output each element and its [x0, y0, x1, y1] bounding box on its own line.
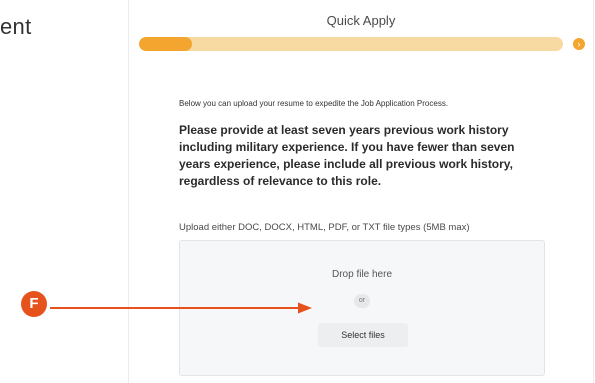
panel-title: Quick Apply	[326, 13, 396, 28]
chevron-right-icon[interactable]: ›	[573, 38, 585, 50]
intro-text: Below you can upload your resume to expe…	[179, 99, 449, 108]
progress-fill	[139, 37, 192, 51]
drop-file-text: Drop file here	[331, 269, 393, 280]
select-files-button[interactable]: Select files	[318, 323, 408, 347]
progress-bar	[139, 37, 563, 51]
callout-arrow-icon	[50, 302, 312, 314]
upload-file-types-label: Upload either DOC, DOCX, HTML, PDF, or T…	[179, 222, 470, 233]
callout-badge: F	[21, 291, 47, 317]
work-history-instructions: Please provide at least seven years prev…	[179, 123, 515, 188]
quick-apply-panel: Quick Apply › Below you can upload your …	[128, 0, 594, 383]
or-separator: or	[354, 294, 370, 308]
background-heading: ent	[0, 14, 32, 39]
